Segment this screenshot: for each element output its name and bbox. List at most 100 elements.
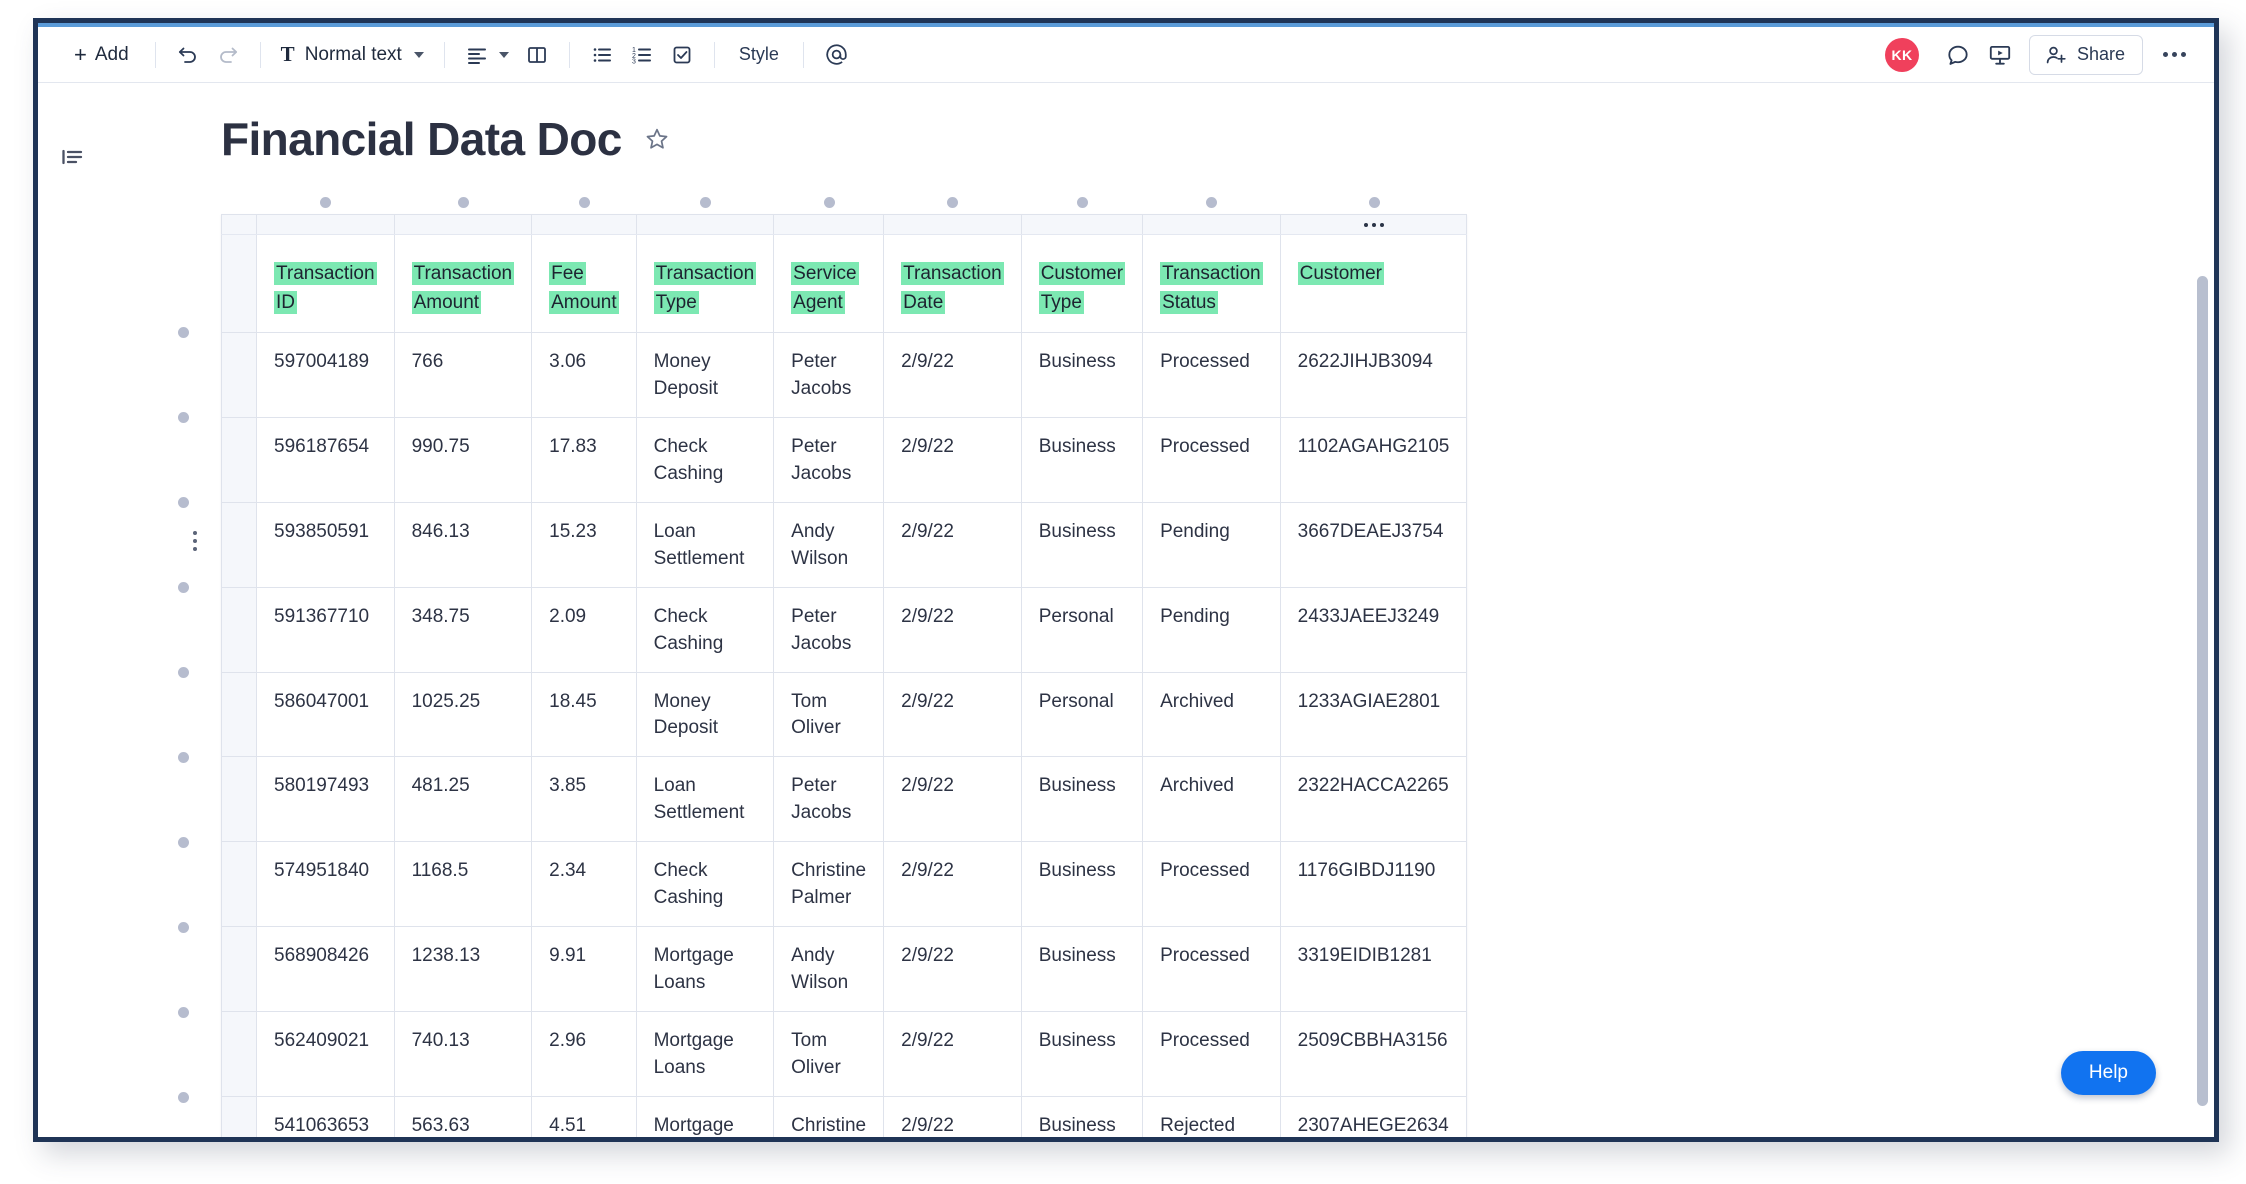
table-cell-transaction-date[interactable]: 2/9/22 bbox=[883, 416, 1022, 503]
bullet-list-button[interactable] bbox=[582, 36, 622, 74]
table-cell-transaction-type[interactable]: Mortgage Loans bbox=[635, 926, 775, 1013]
table-cell-customer-type[interactable]: Business bbox=[1020, 1011, 1144, 1098]
table-cell-transaction-id[interactable]: 580197493 bbox=[256, 756, 395, 843]
table-cell-transaction-date[interactable]: 2/9/22 bbox=[883, 331, 1022, 418]
column-handle[interactable] bbox=[1368, 197, 1380, 208]
table-cell-service-agent[interactable]: Peter Jacobs bbox=[773, 416, 885, 503]
table-cell-service-agent[interactable]: Andy Wilson bbox=[773, 926, 885, 1013]
table-band-cell[interactable] bbox=[393, 214, 533, 235]
table-cell-transaction-id[interactable]: 541063653 bbox=[256, 1096, 395, 1137]
column-handle[interactable] bbox=[1076, 197, 1088, 208]
table-header-cell[interactable]: Fee Amount bbox=[531, 234, 637, 333]
table-band-cell[interactable] bbox=[883, 214, 1022, 235]
table-cell-customer-type[interactable]: Business bbox=[1020, 1096, 1144, 1137]
table-cell-transaction-status[interactable]: Archived bbox=[1142, 671, 1281, 758]
comments-button[interactable] bbox=[1937, 36, 1979, 74]
table-header-cell[interactable]: Transaction Date bbox=[883, 234, 1022, 333]
row-handle[interactable] bbox=[178, 412, 189, 424]
table-band-cell[interactable] bbox=[256, 214, 395, 235]
table-cell-transaction-type[interactable]: Check Cashing bbox=[635, 416, 775, 503]
redo-button[interactable] bbox=[208, 36, 248, 74]
table-cell-transaction-status[interactable]: Processed bbox=[1142, 1011, 1281, 1098]
table-cell-customer[interactable]: 2433JAEEJ3249 bbox=[1279, 586, 1468, 673]
row-handle[interactable] bbox=[178, 921, 189, 933]
row-handle[interactable] bbox=[178, 667, 189, 678]
column-handle[interactable] bbox=[1206, 197, 1218, 208]
table-column-menu-button[interactable] bbox=[1279, 214, 1468, 235]
table-cell-transaction-status[interactable]: Processed bbox=[1142, 841, 1281, 928]
table-cell-customer[interactable]: 2509CBBHA3156 bbox=[1279, 1011, 1468, 1098]
table-cell-transaction-id[interactable]: 591367710 bbox=[256, 586, 395, 673]
table-header-cell[interactable]: Service Agent bbox=[773, 234, 885, 333]
table-cell-transaction-amount[interactable]: 1025.25 bbox=[393, 671, 533, 758]
vertical-scrollbar-thumb[interactable] bbox=[2197, 276, 2208, 1106]
row-gutter-cell[interactable] bbox=[221, 586, 257, 673]
table-cell-transaction-type[interactable]: Check Cashing bbox=[635, 586, 775, 673]
column-handle[interactable] bbox=[578, 197, 590, 208]
table-cell-transaction-id[interactable]: 562409021 bbox=[256, 1011, 395, 1098]
table-cell-customer[interactable]: 2622JIHJB3094 bbox=[1279, 331, 1468, 418]
table-cell-transaction-status[interactable]: Pending bbox=[1142, 501, 1281, 588]
row-gutter-cell[interactable] bbox=[221, 234, 257, 333]
table-header-cell[interactable]: Transaction Status bbox=[1142, 234, 1281, 333]
table-cell-fee-amount[interactable]: 9.91 bbox=[531, 926, 637, 1013]
row-gutter-cell[interactable] bbox=[221, 501, 257, 588]
table-cell-customer-type[interactable]: Business bbox=[1020, 416, 1144, 503]
table-cell-transaction-type[interactable]: Loan Settlement bbox=[635, 501, 775, 588]
row-handle[interactable] bbox=[178, 836, 189, 848]
column-handle[interactable] bbox=[947, 197, 959, 208]
table-cell-transaction-status[interactable]: Rejected bbox=[1142, 1096, 1281, 1137]
column-handle[interactable] bbox=[320, 197, 332, 208]
text-style-dropdown[interactable]: T Normal text bbox=[273, 36, 432, 74]
table-header-cell[interactable]: Transaction Amount bbox=[393, 234, 533, 333]
table-cell-customer-type[interactable]: Personal bbox=[1020, 671, 1144, 758]
table-cell-fee-amount[interactable]: 2.34 bbox=[531, 841, 637, 928]
table-cell-fee-amount[interactable]: 2.96 bbox=[531, 1011, 637, 1098]
row-handle[interactable] bbox=[178, 751, 189, 763]
table-cell-fee-amount[interactable]: 2.09 bbox=[531, 586, 637, 673]
table-cell-transaction-date[interactable]: 2/9/22 bbox=[883, 671, 1022, 758]
table-band-cell[interactable] bbox=[1020, 214, 1144, 235]
table-cell-transaction-status[interactable]: Archived bbox=[1142, 756, 1281, 843]
table-cell-customer[interactable]: 1176GIBDJ1190 bbox=[1279, 841, 1468, 928]
table-cell-transaction-date[interactable]: 2/9/22 bbox=[883, 1096, 1022, 1137]
table-cell-customer-type[interactable]: Business bbox=[1020, 841, 1144, 928]
help-button[interactable]: Help bbox=[2060, 1051, 2156, 1095]
table-cell-transaction-amount[interactable]: 1238.13 bbox=[393, 926, 533, 1013]
present-button[interactable] bbox=[1979, 36, 2021, 74]
table-cell-transaction-id[interactable]: 597004189 bbox=[256, 331, 395, 418]
table-cell-transaction-amount[interactable]: 481.25 bbox=[393, 756, 533, 843]
table-cell-transaction-status[interactable]: Processed bbox=[1142, 416, 1281, 503]
table-cell-transaction-date[interactable]: 2/9/22 bbox=[883, 586, 1022, 673]
table-cell-transaction-type[interactable]: Money Deposit bbox=[635, 671, 775, 758]
row-gutter-cell[interactable] bbox=[221, 756, 257, 843]
table-cell-transaction-amount[interactable]: 740.13 bbox=[393, 1011, 533, 1098]
table-cell-customer-type[interactable]: Business bbox=[1020, 331, 1144, 418]
columns-button[interactable] bbox=[517, 36, 557, 74]
table-cell-customer-type[interactable]: Business bbox=[1020, 926, 1144, 1013]
table-cell-transaction-id[interactable]: 596187654 bbox=[256, 416, 395, 503]
table-cell-fee-amount[interactable]: 17.83 bbox=[531, 416, 637, 503]
vertical-scrollbar-track[interactable] bbox=[2197, 148, 2211, 1135]
table-cell-fee-amount[interactable]: 4.51 bbox=[531, 1096, 637, 1137]
table-cell-transaction-type[interactable]: Mortgage Loans bbox=[635, 1096, 775, 1137]
table-cell-transaction-status[interactable]: Pending bbox=[1142, 586, 1281, 673]
table-cell-customer[interactable]: 3667DEAEJ3754 bbox=[1279, 501, 1468, 588]
table-cell-transaction-status[interactable]: Processed bbox=[1142, 926, 1281, 1013]
align-dropdown[interactable] bbox=[457, 36, 517, 74]
table-cell-transaction-date[interactable]: 2/9/22 bbox=[883, 756, 1022, 843]
row-gutter-cell[interactable] bbox=[221, 926, 257, 1013]
share-button[interactable]: Share bbox=[2028, 34, 2143, 75]
table-cell-service-agent[interactable]: Peter Jacobs bbox=[773, 331, 885, 418]
table-cell-transaction-amount[interactable]: 1168.5 bbox=[393, 841, 533, 928]
table-header-cell[interactable]: Customer bbox=[1279, 234, 1468, 333]
row-gutter-cell[interactable] bbox=[221, 331, 257, 418]
add-button[interactable]: + Add bbox=[64, 36, 143, 74]
table-header-cell[interactable]: Transaction Type bbox=[635, 234, 775, 333]
table-cell-transaction-id[interactable]: 568908426 bbox=[256, 926, 395, 1013]
row-handle[interactable] bbox=[178, 327, 189, 339]
table-cell-transaction-amount[interactable]: 990.75 bbox=[393, 416, 533, 503]
checklist-button[interactable] bbox=[662, 36, 702, 74]
row-gutter-cell[interactable] bbox=[221, 1011, 257, 1098]
table-cell-transaction-date[interactable]: 2/9/22 bbox=[883, 926, 1022, 1013]
